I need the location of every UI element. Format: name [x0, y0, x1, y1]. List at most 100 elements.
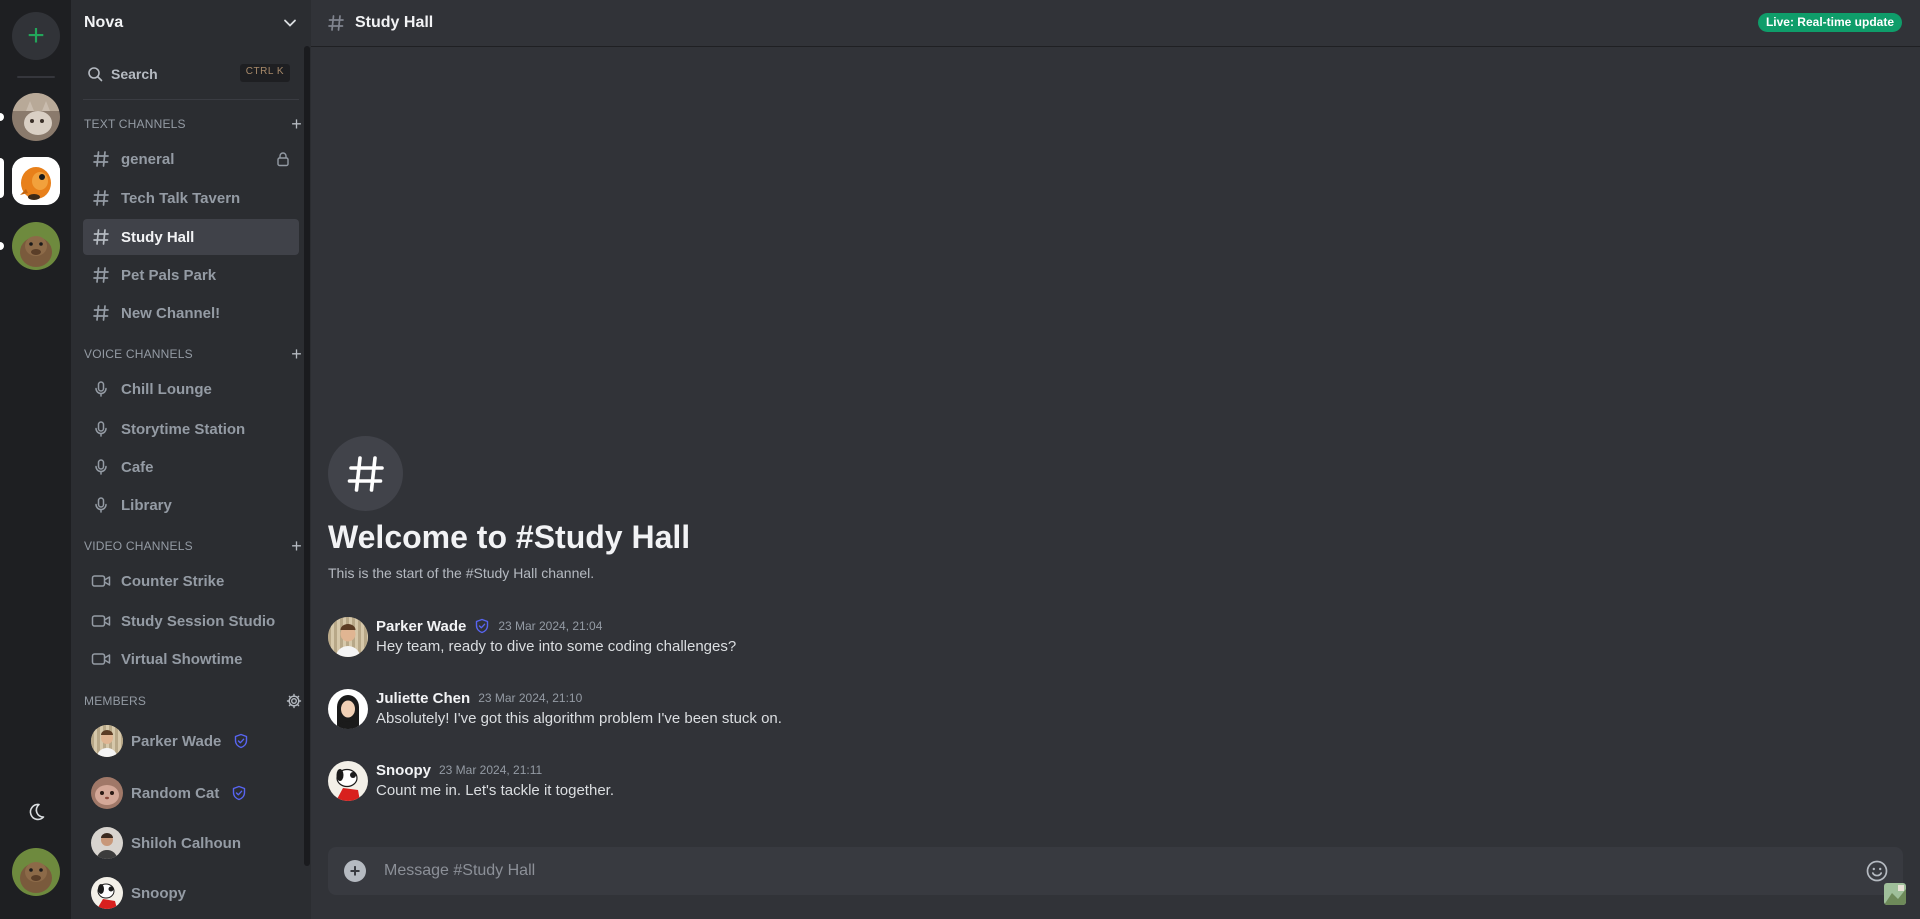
server-active-indicator — [0, 158, 4, 198]
hash-icon — [347, 455, 384, 492]
channel-general[interactable]: general — [83, 141, 299, 177]
category-members: MEMBERS — [84, 692, 302, 710]
live-status-badge: Live: Real-time update — [1757, 13, 1902, 32]
server-avatar-image — [12, 157, 60, 205]
channel-label: Counter Strike — [121, 572, 225, 590]
message-header: Juliette Chen 23 Mar 2024, 21:10 — [376, 688, 582, 708]
search-shortcut: CTRL K — [239, 64, 290, 82]
channel-label: Library — [121, 496, 172, 514]
category-label: MEMBERS — [84, 694, 147, 708]
message-header: Snoopy 23 Mar 2024, 21:11 — [376, 760, 542, 780]
plus-icon: + — [349, 861, 361, 881]
microphone-icon — [91, 495, 111, 515]
category-label: VOICE CHANNELS — [84, 347, 193, 361]
sidebar-divider — [83, 99, 299, 100]
member-name: Snoopy — [131, 884, 186, 902]
video-camera-icon — [91, 611, 111, 631]
avatar — [91, 877, 123, 909]
channel-study-hall[interactable]: Study Hall — [83, 219, 299, 255]
user-avatar-image — [12, 848, 60, 896]
user-avatar[interactable] — [12, 848, 60, 896]
server-header[interactable]: Nova — [71, 0, 311, 46]
member-name: Shiloh Calhoun — [131, 834, 241, 852]
microphone-icon — [91, 457, 111, 477]
message-author[interactable]: Parker Wade — [376, 618, 466, 635]
member-shiloh-calhoun[interactable]: Shiloh Calhoun — [91, 826, 241, 860]
add-voice-channel-icon[interactable]: + — [291, 345, 302, 363]
voice-channel-storytime-station[interactable]: Storytime Station — [83, 411, 299, 447]
channel-pet-pals-park[interactable]: Pet Pals Park — [83, 257, 299, 293]
shield-check-icon — [474, 618, 490, 634]
hash-icon — [91, 188, 111, 208]
hash-icon — [91, 149, 111, 169]
message-timestamp: 23 Mar 2024, 21:11 — [439, 763, 543, 777]
channel-label: Pet Pals Park — [121, 266, 217, 284]
member-random-cat[interactable]: Random Cat — [91, 776, 247, 810]
category-video-channels[interactable]: VIDEO CHANNELS + — [84, 537, 302, 555]
hash-icon — [91, 303, 111, 323]
gear-icon[interactable] — [286, 693, 302, 709]
hash-icon — [91, 265, 111, 285]
message-text: Count me in. Let's tackle it together. — [376, 782, 614, 799]
video-channel-virtual-showtime[interactable]: Virtual Showtime — [83, 641, 299, 677]
category-voice-channels[interactable]: VOICE CHANNELS + — [84, 345, 302, 363]
server-icon-1[interactable] — [12, 93, 60, 141]
chat-area: Study Hall Live: Real-time update Welcom… — [311, 0, 1920, 919]
message: Snoopy 23 Mar 2024, 21:11 Count me in. L… — [328, 760, 1228, 804]
search-label: Search — [111, 66, 158, 82]
welcome-hash-icon — [328, 436, 403, 511]
add-server-button[interactable]: + — [12, 12, 60, 60]
channel-label: New Channel! — [121, 304, 221, 322]
message-input[interactable]: Message #Study Hall — [384, 862, 535, 880]
message-author[interactable]: Juliette Chen — [376, 690, 470, 707]
add-attachment-button[interactable]: + — [344, 860, 366, 882]
channel-tech-talk-tavern[interactable]: Tech Talk Tavern — [83, 180, 299, 216]
avatar — [91, 725, 123, 757]
message-timestamp: 23 Mar 2024, 21:10 — [478, 691, 583, 705]
server-avatar-image — [12, 93, 60, 141]
message: Juliette Chen 23 Mar 2024, 21:10 Absolut… — [328, 688, 1228, 732]
avatar[interactable] — [328, 689, 368, 729]
member-name: Parker Wade — [131, 732, 222, 750]
server-icon-2[interactable] — [12, 157, 60, 205]
channel-sidebar: Nova Search CTRL K TEXT CHANNELS + gener… — [71, 0, 311, 919]
search-button[interactable]: Search CTRL K — [83, 61, 293, 87]
video-channel-study-session-studio[interactable]: Study Session Studio — [83, 603, 299, 639]
plus-icon: + — [27, 19, 45, 52]
video-channel-counter-strike[interactable]: Counter Strike — [83, 563, 299, 599]
corner-thumbnail-image[interactable] — [1884, 883, 1906, 905]
channel-label: Tech Talk Tavern — [121, 189, 241, 207]
smiley-icon[interactable] — [1865, 859, 1889, 883]
add-text-channel-icon[interactable]: + — [291, 115, 302, 133]
theme-toggle-button[interactable] — [24, 800, 48, 824]
message-author[interactable]: Snoopy — [376, 762, 431, 779]
member-snoopy[interactable]: Snoopy — [91, 876, 186, 910]
server-avatar-image — [12, 222, 60, 270]
server-unread-indicator — [0, 113, 4, 121]
category-label: TEXT CHANNELS — [84, 117, 186, 131]
microphone-icon — [91, 419, 111, 439]
avatar — [91, 777, 123, 809]
avatar[interactable] — [328, 617, 368, 657]
channel-label: Storytime Station — [121, 420, 246, 438]
welcome-subtitle: This is the start of the #Study Hall cha… — [328, 565, 595, 581]
voice-channel-library[interactable]: Library — [83, 487, 299, 523]
channel-new-channel[interactable]: New Channel! — [83, 295, 299, 331]
chevron-down-icon — [284, 19, 296, 27]
channel-title: Study Hall — [355, 14, 434, 31]
avatar[interactable] — [328, 761, 368, 801]
channel-label: general — [121, 150, 175, 168]
channel-header: Study Hall Live: Real-time update — [311, 0, 1920, 47]
server-icon-3[interactable] — [12, 222, 60, 270]
sidebar-scrollbar[interactable] — [304, 46, 310, 866]
message-timestamp: 23 Mar 2024, 21:04 — [498, 619, 603, 633]
add-video-channel-icon[interactable]: + — [291, 537, 302, 555]
category-text-channels[interactable]: TEXT CHANNELS + — [84, 115, 302, 133]
lock-icon — [277, 152, 289, 167]
voice-channel-cafe[interactable]: Cafe — [83, 449, 299, 485]
server-unread-indicator — [0, 242, 4, 250]
message-composer[interactable]: + Message #Study Hall — [328, 847, 1903, 895]
member-parker-wade[interactable]: Parker Wade — [91, 724, 249, 758]
voice-channel-chill-lounge[interactable]: Chill Lounge — [83, 371, 299, 407]
server-rail-divider — [17, 76, 55, 78]
